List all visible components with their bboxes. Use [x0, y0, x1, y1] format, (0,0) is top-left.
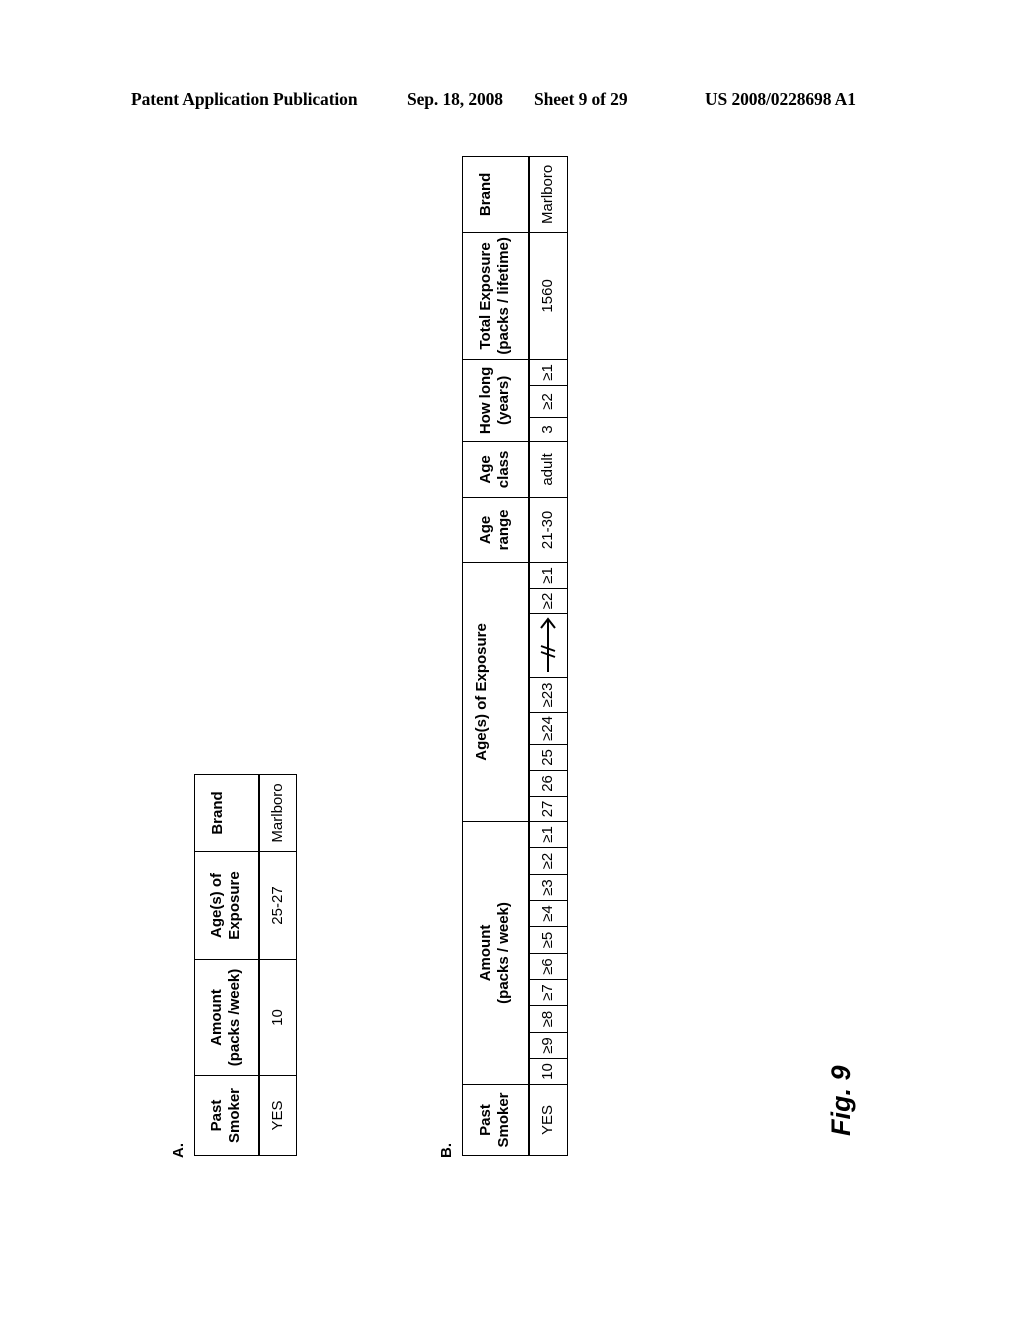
table-b-cell-past-smoker: YES [528, 1084, 568, 1156]
table-b-cell-amount: ≥6 [528, 953, 568, 980]
table-b-cell-amount: ≥2 [528, 847, 568, 875]
table-b-cell-age-break [528, 613, 568, 678]
table-b-cell-amount: ≥5 [528, 926, 568, 954]
break-arrow-icon [540, 617, 557, 673]
table-a-cell-ages: 25-27 [258, 851, 297, 960]
table-b-cell-amount: ≥3 [528, 874, 568, 901]
table-b-cell-age: ≥2 [528, 588, 568, 614]
table-b-cell-age: 26 [528, 770, 568, 797]
table-a-cell-brand: Marlboro [258, 774, 297, 852]
patent-number: US 2008/0228698 A1 [705, 89, 856, 109]
table-b-header-total-exposure: Total Exposure (packs / lifetime) [462, 232, 529, 360]
table-b: Past Smoker Amount (packs / week) Age(s) o… [462, 156, 568, 1156]
table-a-header-ages: Age(s) of Exposure [194, 851, 259, 960]
table-b-header-amount: Amount (packs / week) [462, 821, 529, 1085]
table-b-header-how-long: How long (years) [462, 359, 529, 442]
table-a-header-brand: Brand [194, 774, 259, 852]
table-b-cell-age: 27 [528, 796, 568, 822]
table-a-group: A. Past Smoker Amount (packs /week) Age(s)… [168, 740, 308, 1160]
table-b-cell-age: ≥24 [528, 712, 568, 745]
publication-type: Patent Application Publication [131, 89, 358, 109]
table-b-group: B. Past Smoker Amount (packs / week) Age(s… [436, 120, 576, 1160]
table-b-cell-amount: ≥9 [528, 1032, 568, 1059]
table-b-cell-how-long: 3 [528, 417, 568, 442]
table-b-cell-age: ≥1 [528, 562, 568, 589]
table-b-header-age-range: Age range [462, 497, 529, 563]
sheet-number: Sheet 9 of 29 [534, 89, 628, 109]
table-b-cell-age-class: adult [528, 441, 568, 498]
table-b-label: B. [438, 1143, 455, 1158]
table-b-header-ages: Age(s) of Exposure [462, 562, 529, 822]
table-b-header-past-smoker: Past Smoker [462, 1084, 529, 1156]
table-a-label: A. [170, 1143, 187, 1158]
table-a: Past Smoker Amount (packs /week) Age(s) of… [194, 774, 297, 1156]
table-b-cell-total-exposure: 1560 [528, 232, 568, 360]
table-a-header-amount: Amount (packs /week) [194, 959, 259, 1076]
figure-label: Fig. 9 [826, 1065, 856, 1136]
table-a-cell-amount: 10 [258, 959, 297, 1076]
table-b-cell-amount: 10 [528, 1058, 568, 1085]
figure-label-group: Fig. 9 [826, 1020, 866, 1140]
table-b-cell-how-long: ≥2 [528, 385, 568, 418]
table-b-cell-age: 25 [528, 744, 568, 771]
table-a-cell-past-smoker: YES [258, 1075, 297, 1156]
table-b-cell-amount: ≥8 [528, 1005, 568, 1033]
table-a-header-past-smoker: Past Smoker [194, 1075, 259, 1156]
table-b-cell-amount: ≥1 [528, 821, 568, 848]
table-b-header-brand: Brand [462, 156, 529, 233]
table-b-cell-age-range: 21-30 [528, 497, 568, 563]
table-b-cell-age: ≥23 [528, 677, 568, 713]
table-b-cell-amount: ≥7 [528, 979, 568, 1006]
table-b-cell-brand: Marlboro [528, 156, 568, 233]
table-b-cell-how-long: ≥1 [528, 359, 568, 386]
table-b-header-age-class: Age class [462, 441, 529, 498]
publication-date: Sep. 18, 2008 [407, 89, 503, 109]
table-b-cell-amount: ≥4 [528, 900, 568, 927]
